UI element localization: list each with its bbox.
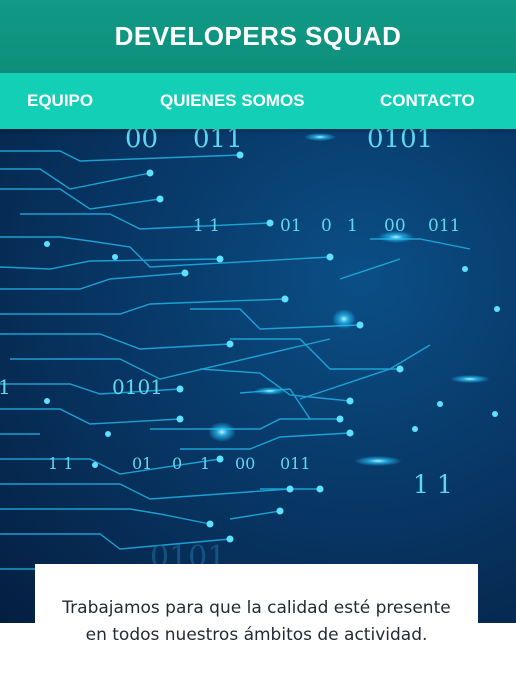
binary-text: 011: [193, 129, 243, 154]
main-nav: EQUIPO QUIENES SOMOS CONTACTO: [0, 73, 516, 129]
binary-text: 011: [280, 454, 311, 473]
nav-item-quienes-somos[interactable]: QUIENES SOMOS: [160, 73, 305, 129]
binary-text: 1 1: [48, 454, 73, 473]
mission-statement-card: Trabajamos para que la calidad esté pres…: [35, 564, 478, 680]
site-title: DEVELOPERS SQUAD: [114, 21, 402, 51]
site-header: DEVELOPERS SQUAD: [0, 0, 516, 73]
binary-text: 1: [347, 216, 358, 236]
binary-text: 1: [200, 454, 210, 473]
mission-statement-text: Trabajamos para que la calidad esté pres…: [62, 598, 451, 645]
binary-text: 1: [0, 375, 11, 399]
nav-item-contacto[interactable]: CONTACTO: [380, 73, 475, 129]
binary-text: 1 1: [413, 470, 453, 499]
binary-text: 0: [321, 216, 332, 236]
binary-text: 1 1: [193, 216, 220, 236]
binary-text: 01: [132, 454, 152, 473]
hero-circuit-image: 00 011 0101 1 1 01 0 1 00 011 1 0101 1 1…: [0, 129, 516, 623]
binary-text: 011: [428, 216, 460, 236]
binary-text: 0101: [367, 129, 433, 154]
binary-text: 0: [172, 454, 182, 473]
circuit-board-illustration: 00 011 0101 1 1 01 0 1 00 011 1 0101 1 1…: [0, 129, 500, 580]
binary-text: 00: [384, 216, 406, 236]
binary-text: 00: [235, 454, 255, 473]
binary-text: 01: [280, 216, 302, 236]
nav-item-equipo[interactable]: EQUIPO: [27, 73, 93, 129]
binary-text: 00: [125, 129, 158, 154]
binary-text: 0101: [112, 375, 163, 399]
